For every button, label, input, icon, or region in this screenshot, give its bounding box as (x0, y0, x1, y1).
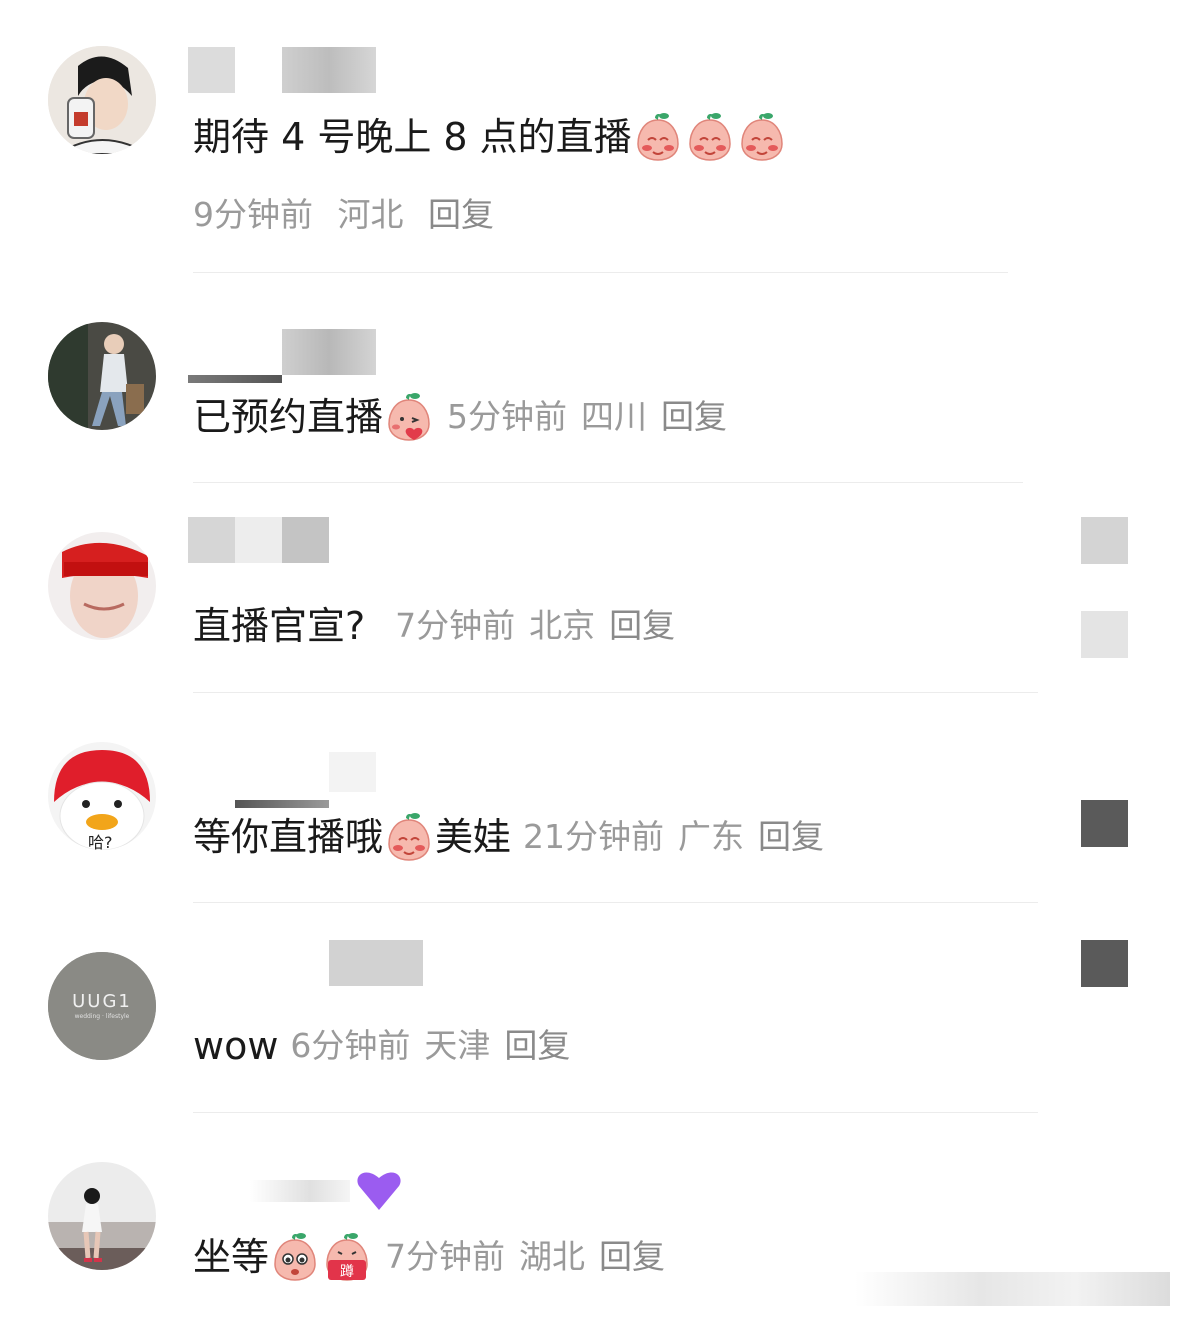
divider (193, 902, 1038, 903)
reply-button[interactable]: 回复 (609, 606, 675, 645)
reply-button[interactable]: 回复 (504, 1026, 570, 1065)
like-button[interactable] (1081, 517, 1128, 564)
comment-time: 7分钟前 (385, 1237, 506, 1276)
comment-time: 21分钟前 (523, 817, 665, 856)
reply-button[interactable]: 回复 (661, 397, 727, 436)
comment-meta: 6分钟前 天津 回复 (290, 1022, 584, 1070)
avatar[interactable] (48, 46, 156, 154)
username-blur[interactable] (329, 752, 376, 792)
comment-content: 等你直播哦 美娃 21分钟前 广东 回复 (193, 812, 838, 862)
username-blur[interactable] (235, 800, 329, 808)
comment-location: 天津 (424, 1026, 491, 1065)
peach-shy-emoji (633, 112, 683, 162)
avatar[interactable] (48, 532, 156, 640)
comment-time: 7分钟前 (395, 606, 516, 645)
reply-button[interactable]: 回复 (758, 817, 824, 856)
comment-location: 广东 (678, 817, 745, 856)
comment-meta: 7分钟前 北京 回复 (395, 602, 689, 650)
username-blur[interactable] (329, 940, 423, 986)
comment-content: wow 6分钟前 天津 回复 (193, 1022, 584, 1070)
comment-location: 湖北 (519, 1237, 586, 1276)
username-blur[interactable] (282, 329, 376, 375)
username-blur[interactable] (188, 517, 235, 563)
comment-time: 6分钟前 (290, 1026, 411, 1065)
like-button[interactable] (1081, 800, 1128, 847)
comment-meta: 9分钟前 河北 回复 (193, 188, 508, 236)
peach-shy-emoji (384, 812, 434, 862)
peach-shy-emoji (737, 112, 787, 162)
username-blur[interactable] (188, 375, 282, 383)
comment-meta: 21分钟前 广东 回复 (523, 813, 838, 861)
username-blur[interactable] (282, 517, 329, 563)
like-button[interactable] (1081, 611, 1128, 658)
divider (193, 272, 1008, 273)
reply-button[interactable]: 回复 (428, 195, 494, 234)
comment-content: 坐等 蹲 7分钟前 湖北 回复 (193, 1232, 679, 1282)
comment-location: 河北 (337, 195, 404, 234)
username-blur[interactable] (282, 47, 376, 93)
purple-heart-icon (357, 1172, 401, 1210)
comment-content: 直播官宣? 7分钟前 北京 回复 (193, 602, 689, 650)
peach-squat-emoji: 蹲 (322, 1232, 372, 1282)
comment-content: 已预约直播 5分钟前 四川 回复 (193, 392, 741, 442)
avatar[interactable]: UUG1 wedding · lifestyle (48, 952, 156, 1060)
comment-text: 等你直播哦 (193, 815, 384, 859)
comment-time: 5分钟前 (447, 397, 568, 436)
comment-content: 期待 4 号晚上 8 点的直播 (193, 112, 788, 162)
comment-text-suffix: 美娃 (435, 815, 512, 859)
squat-label: 蹲 (340, 1264, 354, 1280)
avatar-logo-subtext: wedding · lifestyle (75, 1013, 130, 1020)
comment-time: 9分钟前 (193, 195, 313, 234)
comment-text: wow (193, 1024, 279, 1068)
avatar[interactable]: 哈? (48, 742, 156, 850)
divider (193, 692, 1038, 693)
comment-text: 直播官宣? (193, 604, 366, 648)
username-blur[interactable] (250, 1180, 350, 1202)
divider (193, 1112, 1038, 1113)
comment-text: 期待 4 号晚上 8 点的直播 (193, 115, 632, 159)
watermark-blur (855, 1272, 1170, 1306)
comment-meta: 7分钟前 湖北 回复 (385, 1233, 679, 1281)
avatar-logo-text: UUG1 (72, 991, 132, 1012)
username-blur[interactable] (188, 47, 235, 93)
avatar[interactable] (48, 1162, 156, 1270)
like-button[interactable] (1081, 940, 1128, 987)
peach-kiss-emoji (384, 392, 434, 442)
peach-eyes-emoji (270, 1232, 320, 1282)
comment-text: 坐等 (193, 1235, 270, 1279)
reply-button[interactable]: 回复 (599, 1237, 665, 1276)
comment-location: 四川 (581, 397, 648, 436)
peach-shy-emoji (685, 112, 735, 162)
avatar[interactable] (48, 322, 156, 430)
avatar-caption: 哈? (88, 833, 113, 850)
comment-location: 北京 (529, 606, 596, 645)
username-blur[interactable] (235, 517, 282, 563)
comment-text: 已预约直播 (193, 395, 384, 439)
comment-meta: 5分钟前 四川 回复 (447, 393, 741, 441)
divider (193, 482, 1023, 483)
